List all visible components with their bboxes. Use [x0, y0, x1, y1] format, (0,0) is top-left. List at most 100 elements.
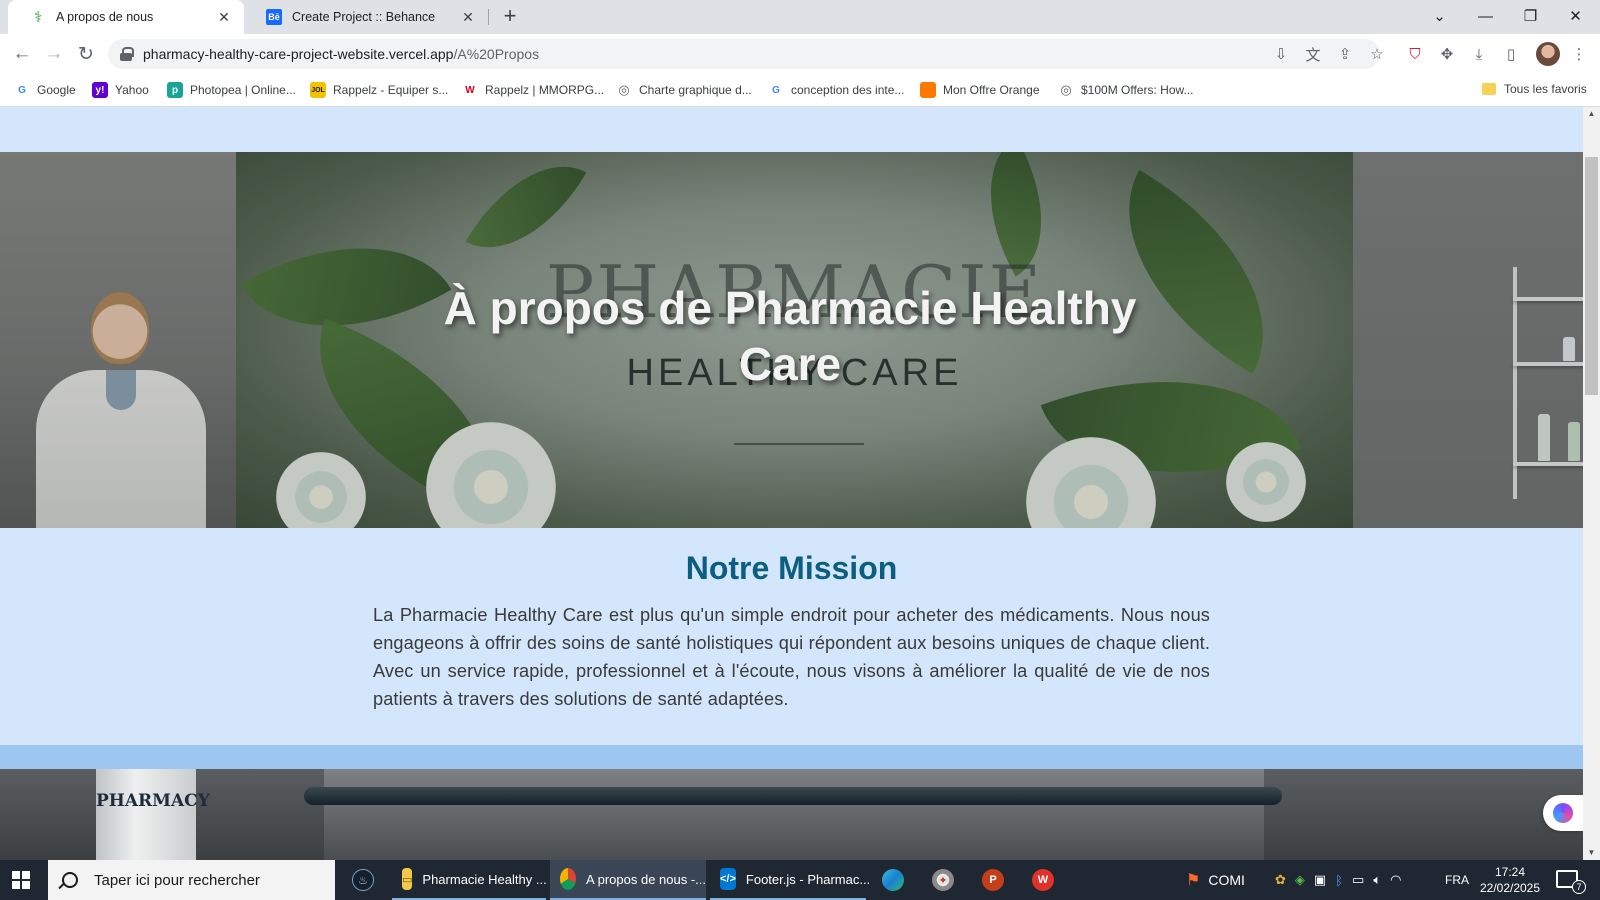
downloads-icon[interactable]: ⤓: [1469, 44, 1489, 64]
taskbar-search-box[interactable]: Taper ici pour rechercher: [48, 860, 335, 900]
address-bar[interactable]: pharmacy-healthy-care-project-website.ve…: [108, 39, 1380, 69]
bookmark-yahoo[interactable]: y! Yahoo: [92, 82, 149, 98]
lock-icon: [120, 47, 134, 61]
taskbar-chrome[interactable]: A propos de nous -...: [550, 860, 706, 900]
bookmark-charte-graphique[interactable]: ◎ Charte graphique d...: [616, 82, 752, 98]
vscode-icon: </>: [720, 868, 736, 890]
hero-title: À propos de Pharmacie Healthy Care: [443, 282, 1137, 390]
bookmark-label: Mon Offre Orange: [943, 83, 1040, 97]
rappelz-icon: JOL: [310, 82, 326, 98]
clock-time: 17:24: [1494, 865, 1526, 879]
tab-behance[interactable]: Bē Create Project :: Behance ✕: [244, 0, 488, 34]
bookmark-star-icon[interactable]: ☆: [1367, 44, 1387, 64]
next-section-image: PHARMACY: [0, 769, 1583, 860]
taskbar-file-explorer[interactable]: ▭ Pharmacie Healthy ...: [392, 860, 547, 900]
bookmark-label: Tous les favoris: [1504, 82, 1587, 96]
all-bookmarks-folder[interactable]: Tous les favoris: [1482, 82, 1587, 96]
scroll-up-arrow-icon[interactable]: ▲: [1583, 107, 1600, 121]
google-icon: G: [768, 82, 784, 98]
reload-icon: ↻: [78, 43, 94, 65]
meet-now-icon[interactable]: ▣: [1314, 872, 1326, 888]
orange-icon: [920, 82, 936, 98]
system-clock[interactable]: 17:24 22/02/2025: [1475, 864, 1545, 896]
forward-button[interactable]: →: [40, 40, 68, 68]
profile-avatar[interactable]: [1536, 42, 1560, 66]
bookmark-100m-offers[interactable]: ◎ $100M Offers: How...: [1058, 82, 1194, 98]
wifi-icon[interactable]: ◠: [1390, 872, 1401, 888]
bookmark-rappelz-mmorpg[interactable]: W Rappelz | MMORPG...: [462, 82, 604, 98]
menu-kebab-icon[interactable]: ⋮: [1569, 44, 1589, 64]
taskbar-wps[interactable]: W: [1022, 860, 1066, 900]
bookmark-label: Photopea | Online...: [190, 83, 296, 97]
side-panel-icon[interactable]: ▯: [1501, 44, 1521, 64]
bookmark-orange[interactable]: Mon Offre Orange: [920, 82, 1040, 98]
tray-app[interactable]: ⚑ COMI: [1186, 860, 1245, 900]
steam-icon: ♨: [352, 869, 374, 891]
share-icon[interactable]: ⇪: [1335, 44, 1355, 64]
taskbar-powerpoint[interactable]: P: [972, 860, 1016, 900]
chrome-icon: [560, 868, 577, 890]
translate-icon[interactable]: 文: [1303, 44, 1323, 64]
bookmark-google[interactable]: G Google: [14, 82, 76, 98]
clock-date: 22/02/2025: [1479, 881, 1541, 895]
mission-heading: Notre Mission: [685, 550, 898, 586]
behance-icon: Bē: [266, 9, 282, 25]
install-app-icon[interactable]: ⇩: [1271, 44, 1291, 64]
comi-icon: ⚑: [1186, 872, 1201, 889]
url-host: pharmacy-healthy-care-project-website.ve…: [143, 46, 454, 62]
reload-button[interactable]: ↻: [72, 40, 100, 68]
system-tray-icons: ✿ ◈ ▣ ᛒ ▭ 🔈︎ ◠: [1275, 860, 1401, 900]
google-icon: G: [14, 82, 30, 98]
edge-icon: [882, 869, 904, 891]
page-scrollbar[interactable]: ▲ ▼: [1583, 107, 1600, 860]
scroll-thumb[interactable]: [1585, 157, 1598, 395]
bluetooth-icon[interactable]: ᛒ: [1335, 873, 1343, 888]
volume-icon[interactable]: 🔈︎: [1373, 872, 1381, 888]
task-label: Pharmacie Healthy ...: [422, 871, 547, 887]
browser-tab-strip: ⚕ A propos de nous ✕ Bē Create Project :…: [0, 0, 1600, 34]
bookmarks-bar: G Google y! Yahoo p Photopea | Online...…: [0, 74, 1600, 107]
close-window-button[interactable]: ✕: [1553, 0, 1598, 32]
search-icon: [62, 872, 78, 888]
mission-paragraph: La Pharmacie Healthy Care est plus qu'un…: [373, 605, 1210, 709]
taskbar-edge[interactable]: [872, 860, 916, 900]
pocket-extension-icon[interactable]: ⛉: [1405, 44, 1425, 64]
globe-icon: ◎: [616, 82, 632, 98]
color-app-icon[interactable]: ✿: [1275, 872, 1286, 888]
layers-icon[interactable]: ◈: [1295, 872, 1305, 888]
language-indicator[interactable]: FRA: [1445, 860, 1469, 900]
tab-a-propos[interactable]: ⚕ A propos de nous ✕: [8, 0, 244, 34]
folder-icon: [1482, 83, 1496, 95]
restore-button[interactable]: ❐: [1508, 0, 1553, 32]
close-tab-icon[interactable]: ✕: [460, 9, 476, 26]
windows-start-icon[interactable]: [12, 871, 30, 889]
bookmark-rappelz-equiper[interactable]: JOL Rappelz - Equiper s...: [310, 82, 448, 98]
back-button[interactable]: ←: [8, 40, 36, 68]
bookmark-label: Rappelz | MMORPG...: [485, 83, 605, 97]
powerpoint-icon: P: [982, 869, 1004, 891]
battery-icon[interactable]: ▭: [1352, 872, 1364, 888]
globe-icon: ◎: [1058, 82, 1074, 98]
windows-taskbar: Taper ici pour rechercher ♨ ▭ Pharmacie …: [0, 860, 1600, 900]
taskbar-app[interactable]: ✦: [922, 860, 966, 900]
taskbar-vscode[interactable]: </> Footer.js - Pharmac...: [710, 860, 870, 900]
bookmark-conception[interactable]: G conception des inte...: [768, 82, 904, 98]
page-viewport: PHARMACIE HEALTHY CARE À propos de Pharm…: [0, 107, 1583, 860]
notification-count-badge: 7: [1572, 880, 1586, 894]
tab-search-button[interactable]: ⌄: [1417, 0, 1462, 32]
new-tab-button[interactable]: +: [497, 4, 523, 30]
bookmark-label: $100M Offers: How...: [1081, 83, 1194, 97]
task-label: A propos de nous -...: [586, 871, 706, 887]
minimize-button[interactable]: —: [1463, 0, 1508, 32]
taskbar-steam[interactable]: ♨: [342, 860, 386, 900]
hero-banner: PHARMACIE HEALTHY CARE À propos de Pharm…: [0, 152, 1583, 528]
file-explorer-icon: ▭: [402, 868, 413, 890]
extensions-puzzle-icon[interactable]: ✥: [1437, 44, 1457, 64]
bookmark-label: Yahoo: [115, 83, 149, 97]
bookmark-photopea[interactable]: p Photopea | Online...: [167, 82, 296, 98]
assistant-floating-button[interactable]: [1543, 795, 1583, 831]
yahoo-icon: y!: [92, 82, 108, 98]
arrow-left-icon: ←: [12, 43, 32, 64]
close-tab-icon[interactable]: ✕: [216, 9, 232, 26]
scroll-down-arrow-icon[interactable]: ▼: [1583, 846, 1600, 860]
